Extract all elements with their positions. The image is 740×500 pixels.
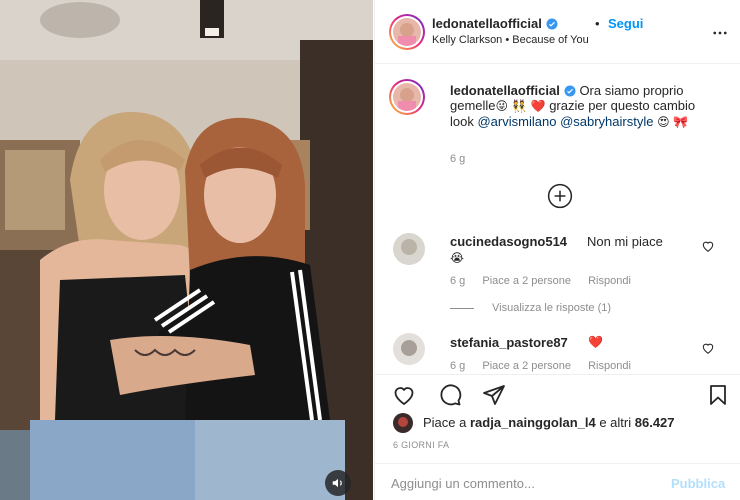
comment-username[interactable]: cucinedasogno514 xyxy=(450,234,567,249)
post-date[interactable]: 6 GIORNI FA xyxy=(393,440,449,450)
comment-likes-link[interactable]: Piace a 2 persone xyxy=(482,275,571,287)
author-username-text[interactable]: ledonatellaofficial xyxy=(432,16,542,31)
comment-meta: 6 g Piace a 2 persone Rispondi xyxy=(450,275,645,287)
more-options-icon[interactable] xyxy=(711,24,729,42)
caption-username[interactable]: ledonatellaofficial xyxy=(450,83,560,98)
heart-icon[interactable] xyxy=(391,383,417,407)
caption-tag-sabryhairstyle[interactable]: @sabryhairstyle xyxy=(560,114,653,129)
comment-input[interactable] xyxy=(391,473,661,493)
comment-heart-icon[interactable] xyxy=(701,341,715,355)
speaker-icon xyxy=(332,478,342,488)
plus-circle-icon[interactable] xyxy=(547,183,573,209)
author-username[interactable]: ledonatellaofficial xyxy=(432,16,558,31)
comment-text: Non mi piace xyxy=(587,234,663,249)
comment-heart-icon[interactable] xyxy=(701,239,715,253)
author-avatar[interactable] xyxy=(389,14,425,50)
likes-text: Piace a radja_nainggolan_l4 e altri 86.4… xyxy=(423,415,675,430)
publish-button[interactable]: Pubblica xyxy=(671,476,725,491)
comment-avatar[interactable] xyxy=(393,233,425,265)
audio-track[interactable]: Kelly Clarkson • Because of You xyxy=(432,34,589,46)
comment-avatar[interactable] xyxy=(393,333,425,365)
comment-likes-link[interactable]: Piace a 2 persone xyxy=(482,360,571,372)
liker-username[interactable]: radja_nainggolan_l4 xyxy=(470,415,596,430)
comment-timestamp: 6 g xyxy=(450,360,466,372)
caption-emojis-1: 😜 👯 ❤️ xyxy=(495,99,546,113)
post-photo[interactable] xyxy=(0,0,373,500)
sound-toggle-button[interactable] xyxy=(325,470,351,496)
post-details-panel: ledonatellaofficial • Segui Kelly Clarks… xyxy=(374,0,740,500)
header-separator: • xyxy=(595,16,600,31)
action-bar xyxy=(375,374,740,407)
comment-meta: 6 g Piace a 2 persone Rispondi xyxy=(450,360,645,372)
comments-list[interactable]: ledonatellaofficial Ora siamo proprio ge… xyxy=(375,65,740,373)
likes-suffix: e altri xyxy=(599,415,632,430)
follow-button[interactable]: Segui xyxy=(608,16,643,31)
comment-icon[interactable] xyxy=(437,383,463,407)
liker-avatar[interactable] xyxy=(393,413,413,433)
reply-button[interactable]: Rispondi xyxy=(588,360,631,372)
verified-badge-icon xyxy=(564,85,576,97)
caption-avatar[interactable] xyxy=(389,79,425,115)
caption-tag-arvismilano[interactable]: @arvismilano xyxy=(477,114,556,129)
replies-divider xyxy=(450,308,474,309)
comment-timestamp: 6 g xyxy=(450,275,466,287)
bookmark-icon[interactable] xyxy=(705,383,731,407)
add-comment-bar: Pubblica xyxy=(375,463,740,500)
likes-summary: Piace a radja_nainggolan_l4 e altri 86.4… xyxy=(375,410,740,433)
likes-count[interactable]: 86.427 xyxy=(635,415,675,430)
verified-badge-icon xyxy=(546,18,558,30)
post-header: ledonatellaofficial • Segui Kelly Clarks… xyxy=(375,0,740,64)
post-image xyxy=(0,0,373,500)
caption-timestamp: 6 g xyxy=(450,153,466,165)
share-icon[interactable] xyxy=(481,383,507,407)
comment-text: ❤️ xyxy=(588,335,603,349)
likes-prefix: Piace a xyxy=(423,415,467,430)
view-replies-button[interactable]: Visualizza le risposte (1) xyxy=(492,302,611,314)
comment-username[interactable]: stefania_pastore87 xyxy=(450,335,568,350)
caption-emojis-2: 😍 🎀 xyxy=(657,115,689,129)
reply-button[interactable]: Rispondi xyxy=(588,275,631,287)
caption-text: ledonatellaofficial Ora siamo proprio ge… xyxy=(450,83,715,130)
comment-emoji: 😭 xyxy=(450,251,465,265)
